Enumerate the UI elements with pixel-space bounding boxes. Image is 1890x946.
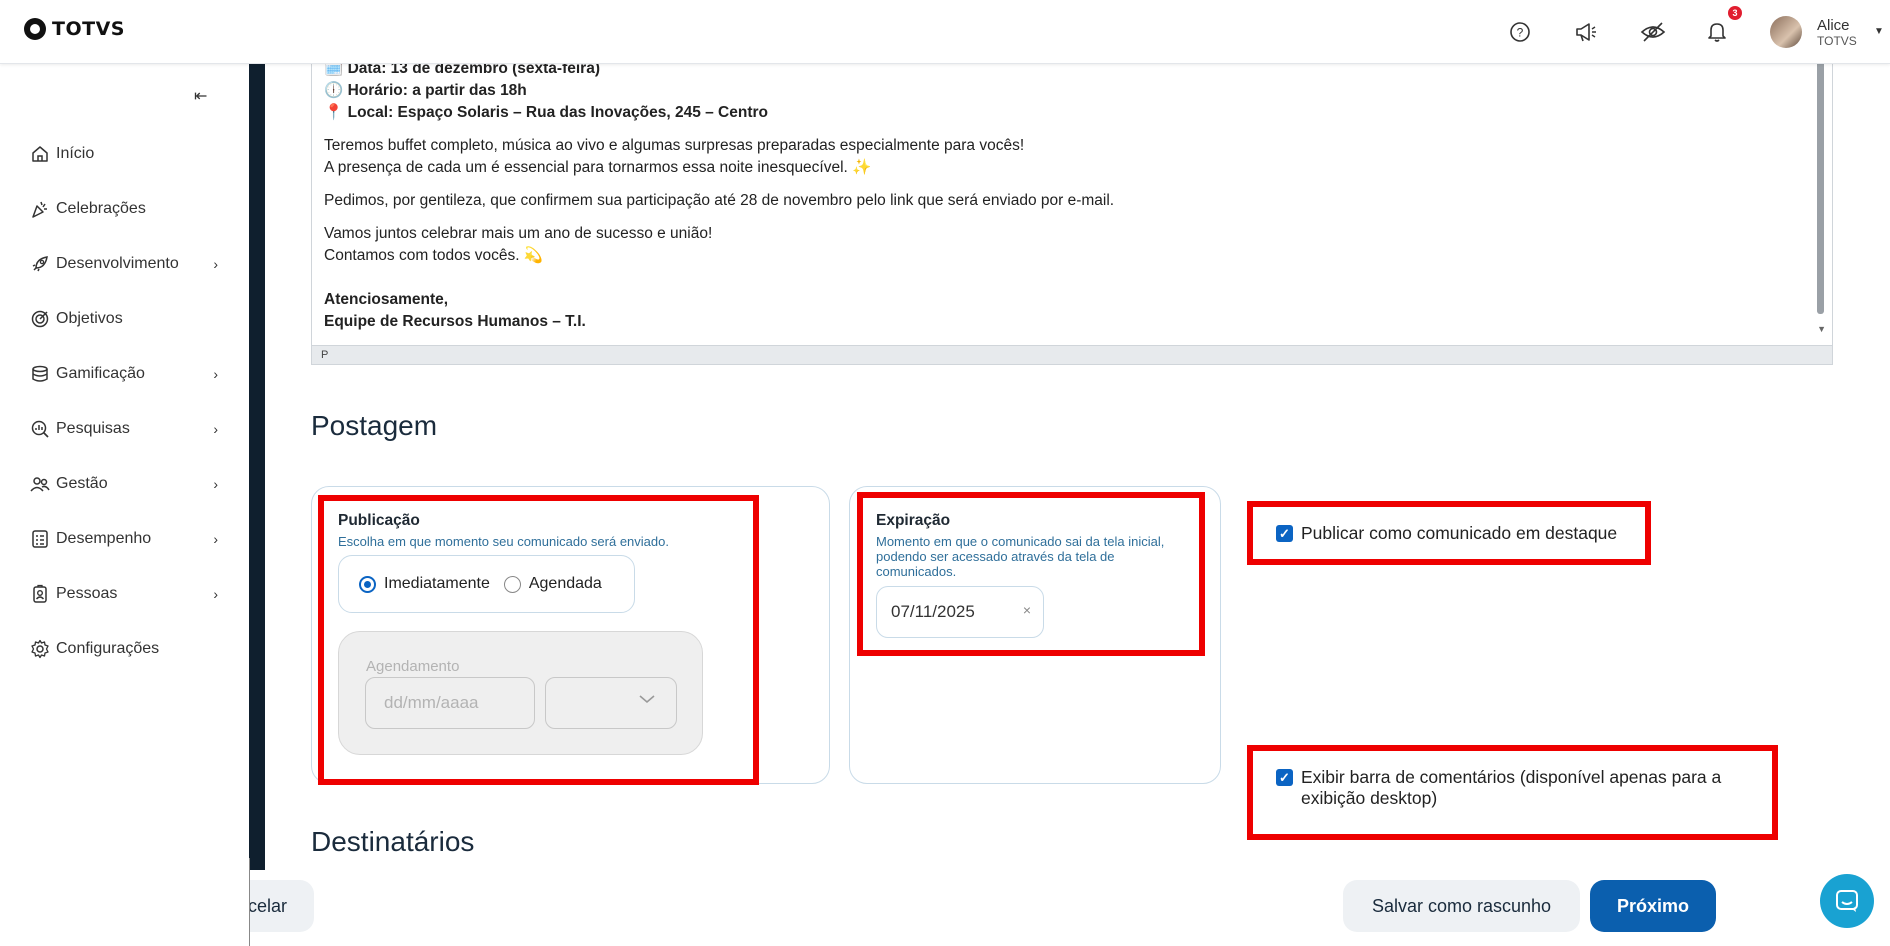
eye-off-icon[interactable] [1637,16,1669,48]
next-button[interactable]: Próximo [1590,880,1716,932]
sidebar-item-desenvolvimento[interactable]: Desenvolvimento › [28,249,224,279]
scroll-down-arrow-icon[interactable]: ▼ [1817,324,1826,334]
sidebar-item-pesquisas[interactable]: Pesquisas › [28,414,224,444]
cancel-button[interactable]: Cancelar [250,880,314,932]
signature-line: Atenciosamente, [324,291,449,308]
caret-down-icon[interactable]: ▼ [1874,26,1884,37]
rich-text-editor[interactable]: 🗓️ Data: 13 de dezembro (sexta-feira) 🕕 … [311,52,1833,365]
save-draft-button[interactable]: Salvar como rascunho [1343,880,1580,932]
editor-scrollbar[interactable] [1817,52,1824,314]
sidebar: ⇤ Início Celebrações Desenvolvimento › O… [0,64,249,946]
coins-icon [28,362,52,386]
totvs-logo[interactable]: TOTVS [24,18,125,40]
user-org: TOTVS [1817,34,1857,48]
chevron-right-icon: › [213,586,218,602]
chevron-right-icon: › [213,476,218,492]
editor-statusbar: P [312,345,1832,364]
chevron-right-icon: › [213,366,218,382]
chat-icon[interactable] [1820,874,1874,928]
chevron-right-icon: › [213,531,218,547]
editor-paragraph: Vamos juntos celebrar mais um ano de suc… [324,225,713,264]
rocket-icon [28,252,52,276]
chevron-right-icon: › [213,256,218,272]
highlight-box-expiracao [857,492,1205,656]
event-location-line: 📍 Local: Espaço Solaris – Rua das Inovaç… [324,104,768,121]
highlight-box-publicacao [318,495,759,785]
sidebar-item-pessoas[interactable]: Pessoas › [28,579,224,609]
avatar[interactable] [1770,16,1802,48]
sidebar-item-celebracoes[interactable]: Celebrações [28,194,224,224]
chevron-right-icon: › [213,421,218,437]
editor-paragraph: Teremos buffet completo, música ao vivo … [324,137,1025,176]
party-icon [28,197,52,221]
sidebar-item-inicio[interactable]: Início [28,139,224,169]
sidebar-item-gestao[interactable]: Gestão › [28,469,224,499]
search-chart-icon [28,417,52,441]
sidebar-item-configuracoes[interactable]: Configurações [28,634,224,664]
section-title-destinatarios: Destinatários [311,826,475,857]
content-frame-edge [249,64,265,946]
notification-count-badge: 3 [1728,6,1742,20]
event-time-line: 🕕 Horário: a partir das 18h [324,82,527,99]
editor-paragraph: Pedimos, por gentileza, que confirmem su… [324,192,1115,209]
people-icon [28,472,52,496]
signature-team: Equipe de Recursos Humanos – T.I. [324,313,586,330]
svg-text:?: ? [1517,26,1524,40]
user-name[interactable]: Alice [1817,17,1850,34]
bell-icon[interactable] [1701,16,1733,48]
highlight-box-comentarios [1247,745,1778,840]
top-header: TOTVS ? 3 Alice TOTVS ▼ [0,0,1890,64]
highlight-box-destaque [1247,501,1651,565]
gear-icon [28,637,52,661]
help-icon[interactable]: ? [1504,16,1536,48]
megaphone-icon[interactable] [1570,16,1602,48]
home-icon [28,142,52,166]
sidebar-item-desempenho[interactable]: Desempenho › [28,524,224,554]
badge-icon [28,582,52,606]
logo-mark-icon [24,18,46,40]
target-icon [28,307,52,331]
sidebar-item-objetivos[interactable]: Objetivos [28,304,224,334]
checklist-icon [28,527,52,551]
sidebar-item-gamificacao[interactable]: Gamificação › [28,359,224,389]
collapse-sidebar-icon[interactable]: ⇤ [194,86,207,106]
editor-content[interactable]: 🗓️ Data: 13 de dezembro (sexta-feira) 🕕 … [324,58,1804,333]
section-title-postagem: Postagem [311,410,438,441]
